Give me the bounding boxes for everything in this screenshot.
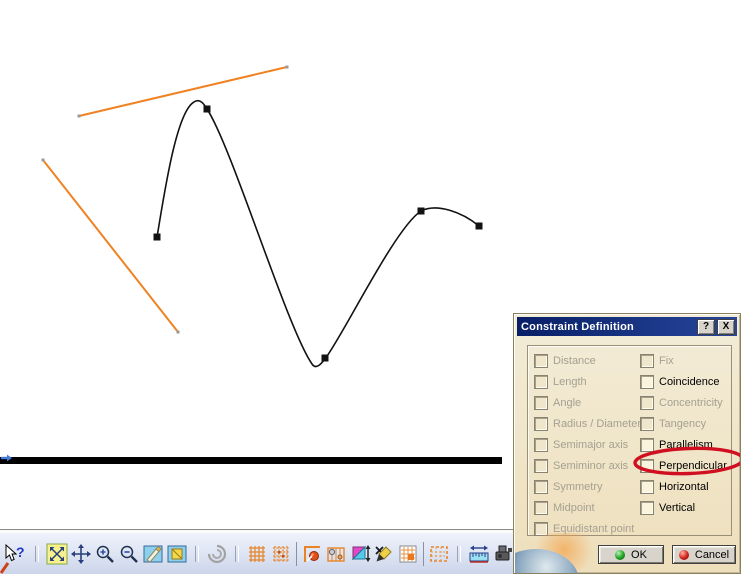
cut-part-by-sketch-plane-icon[interactable]: [300, 542, 324, 566]
constraint-option-coincidence: Coincidence: [640, 371, 727, 392]
constraint-options-right-column: Fix Coincidence Concentricity Tangency P…: [640, 350, 727, 518]
close-button[interactable]: X: [717, 318, 735, 335]
snap-to-point-icon[interactable]: [269, 542, 293, 566]
pan-icon[interactable]: [69, 542, 93, 566]
red-ellipse-annotation: [633, 446, 740, 476]
grid-icon[interactable]: [245, 542, 269, 566]
sketch-axis-icon: [1, 454, 12, 462]
checkbox-symmetry: [534, 479, 548, 494]
toolbar-group-divider: [296, 541, 297, 566]
checkbox-label: Symmetry: [553, 480, 603, 493]
constraint-definition-dialog: Constraint Definition ? X Distance Lengt…: [513, 313, 741, 574]
checkbox-semimajor-axis: [534, 437, 548, 452]
checkbox-midpoint: [534, 500, 548, 515]
dialog-cloud-decoration: [515, 533, 611, 573]
sketch-spline[interactable]: [156, 99, 480, 368]
constraint-option-angle: Angle: [534, 392, 641, 413]
checkbox-semiminor-axis: [534, 458, 548, 473]
constraint-option-fix: Fix: [640, 350, 727, 371]
viewport-frame-bar: [0, 457, 502, 464]
toolbar-separator: [235, 545, 239, 562]
checkbox-label: Midpoint: [553, 501, 595, 514]
sketch-line[interactable]: [78, 66, 288, 117]
construction-element-icon[interactable]: [324, 542, 348, 566]
constraint-option-concentricity: Concentricity: [640, 392, 727, 413]
auto-constraint-icon[interactable]: [427, 542, 451, 566]
spline-control-point[interactable]: [153, 233, 161, 241]
toolbar-separator: [457, 545, 461, 562]
spline-control-point[interactable]: [475, 222, 483, 230]
constraint-option-length: Length: [534, 371, 641, 392]
toolbar-separator: [35, 545, 39, 562]
constraint-option-midpoint: Midpoint: [534, 497, 641, 518]
checkbox-label: Semiminor axis: [553, 459, 629, 472]
normal-view-icon[interactable]: [141, 542, 165, 566]
fit-all-in-icon[interactable]: [45, 542, 69, 566]
cancel-button[interactable]: Cancel: [672, 545, 736, 564]
catia-sketcher-screen: ? Constraint Definition ? X Distance Len…: [0, 0, 741, 574]
constraint-option-equidistant-point: Equidistant point: [534, 518, 641, 539]
sketch-line[interactable]: [42, 159, 179, 333]
checkbox-label: Equidistant point: [553, 522, 635, 535]
rotate-icon: [205, 542, 229, 566]
checkbox-equidistant-point: [534, 521, 548, 536]
svg-text:?: ?: [16, 544, 25, 560]
constraint-option-distance: Distance: [534, 350, 641, 371]
checkbox-length: [534, 374, 548, 389]
spline-control-point[interactable]: [417, 207, 425, 215]
cutoff-icon-fragment: [0, 562, 10, 574]
checkbox-label: Length: [553, 375, 587, 388]
checkbox-label: Horizontal: [659, 480, 709, 493]
help-button[interactable]: ?: [697, 318, 715, 335]
line-endpoint[interactable]: [176, 330, 180, 334]
checkbox-distance: [534, 353, 548, 368]
checkbox-label: Semimajor axis: [553, 438, 629, 451]
ok-label: OK: [631, 548, 647, 561]
constraints-box-icon[interactable]: [396, 542, 420, 566]
checkbox-fix: [640, 353, 654, 368]
constraint-option-vertical: Vertical: [640, 497, 727, 518]
zoom-out-icon[interactable]: [117, 542, 141, 566]
measure-ruler-icon[interactable]: [467, 542, 491, 566]
cancel-label: Cancel: [694, 548, 730, 561]
checkbox-tangency: [640, 416, 654, 431]
constraint-option-radius-diameter: Radius / Diameter: [534, 413, 641, 434]
zoom-in-icon[interactable]: [93, 542, 117, 566]
toolbar-separator: [195, 545, 199, 562]
checkbox-label: Radius / Diameter: [553, 417, 642, 430]
spline-control-point[interactable]: [203, 105, 211, 113]
constraint-options-group: Distance Length Angle Radius / Diameter …: [527, 345, 732, 536]
ok-green-ball-icon: [615, 549, 626, 560]
ok-button[interactable]: OK: [598, 545, 664, 564]
line-endpoint[interactable]: [77, 114, 81, 118]
checkbox-radius-diameter: [534, 416, 548, 431]
checkbox-label: Coincidence: [659, 375, 720, 388]
cancel-red-ball-icon: [678, 549, 689, 560]
line-endpoint[interactable]: [41, 158, 45, 162]
spline-control-point[interactable]: [321, 354, 329, 362]
visualization-swap-icon[interactable]: [348, 542, 372, 566]
geometrical-constraints-icon[interactable]: [372, 542, 396, 566]
checkbox-label: Concentricity: [659, 396, 723, 409]
checkbox-coincidence[interactable]: [640, 374, 654, 389]
constraint-option-tangency: Tangency: [640, 413, 727, 434]
checkbox-label: Angle: [553, 396, 582, 409]
checkbox-angle: [534, 395, 548, 410]
checkbox-label: Vertical: [659, 501, 696, 514]
checkbox-label: Tangency: [659, 417, 707, 430]
toolbar-group-divider: [423, 541, 424, 566]
line-endpoint[interactable]: [285, 65, 289, 69]
checkbox-vertical[interactable]: [640, 500, 654, 515]
checkbox-label: Distance: [553, 354, 596, 367]
animate-constraint-icon[interactable]: [491, 542, 515, 566]
checkbox-concentricity: [640, 395, 654, 410]
checkbox-label: Fix: [659, 354, 674, 367]
quick-view-icon[interactable]: [165, 542, 189, 566]
dialog-title: Constraint Definition: [521, 320, 634, 333]
dialog-titlebar[interactable]: Constraint Definition ? X: [517, 317, 737, 336]
checkbox-horizontal[interactable]: [640, 479, 654, 494]
